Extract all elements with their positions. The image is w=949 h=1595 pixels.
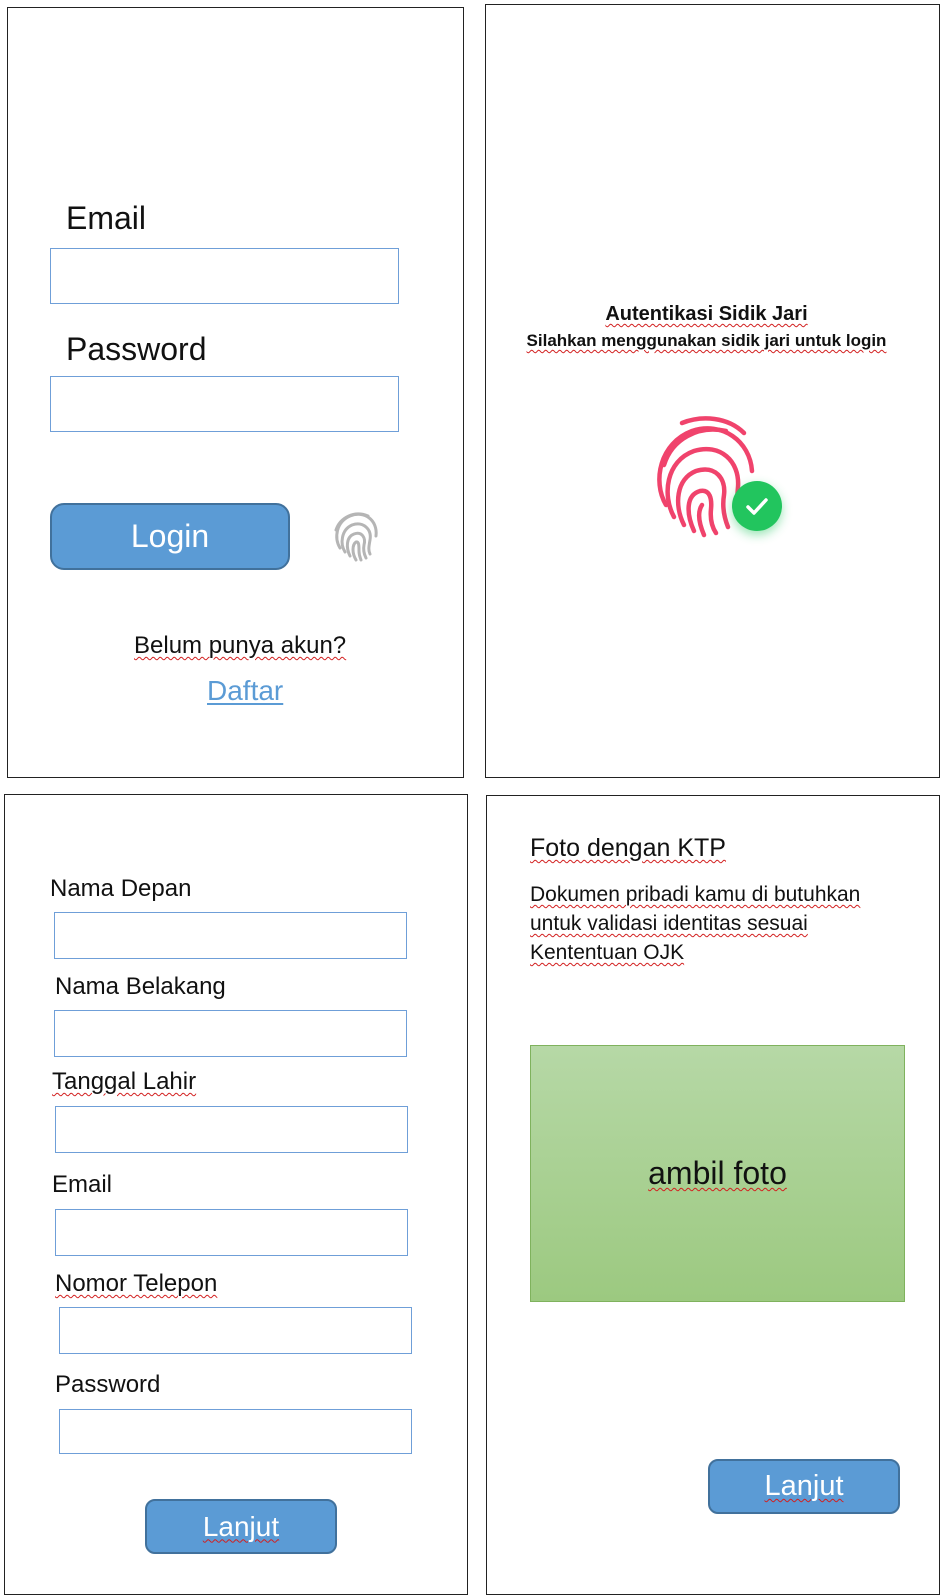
- email-label: Email: [66, 200, 147, 236]
- birth-date-input[interactable]: [55, 1106, 408, 1153]
- register-next-button[interactable]: Lanjut: [145, 1499, 337, 1554]
- login-button[interactable]: Login: [50, 503, 290, 570]
- birth-date-label: Tanggal Lahir: [52, 1068, 197, 1095]
- register-password-input[interactable]: [59, 1409, 412, 1454]
- fingerprint-title: Autentikasi Sidik Jari: [605, 303, 808, 325]
- login-screen: Email Password Login Belum punya akun? D…: [7, 7, 464, 778]
- take-photo-label: ambil foto: [648, 1155, 787, 1191]
- register-next-label: Lanjut: [202, 1510, 280, 1542]
- phone-input[interactable]: [59, 1307, 412, 1354]
- password-label: Password: [66, 331, 207, 367]
- register-link[interactable]: Daftar: [207, 675, 283, 707]
- register-password-label: Password: [55, 1371, 161, 1398]
- first-name-label: Nama Depan: [50, 875, 192, 902]
- check-circle-icon: [732, 481, 782, 531]
- ktp-description-line: Kententuan OJK: [530, 941, 685, 964]
- password-input[interactable]: [50, 376, 399, 432]
- take-photo-button[interactable]: ambil foto: [530, 1045, 905, 1302]
- last-name-input[interactable]: [54, 1010, 407, 1057]
- register-email-input[interactable]: [55, 1209, 408, 1256]
- ktp-screen: Foto dengan KTP Dokumen pribadi kamu di …: [486, 795, 940, 1595]
- fingerprint-screen: Autentikasi Sidik Jari Silahkan mengguna…: [485, 4, 940, 778]
- ktp-next-button[interactable]: Lanjut: [708, 1459, 900, 1514]
- ktp-title: Foto dengan KTP: [530, 834, 726, 862]
- no-account-text: Belum punya akun?: [134, 632, 347, 659]
- ktp-description-line: Dokumen pribadi kamu di butuhkan: [530, 883, 861, 906]
- ktp-description: Dokumen pribadi kamu di butuhkan untuk v…: [530, 880, 860, 967]
- register-email-label: Email: [52, 1171, 113, 1198]
- fingerprint-login-icon[interactable]: [326, 504, 386, 564]
- fingerprint-subtitle: Silahkan menggunakan sidik jari untuk lo…: [526, 331, 887, 350]
- ktp-description-line: untuk validasi identitas sesuai: [530, 912, 808, 935]
- last-name-label: Nama Belakang: [55, 973, 226, 1000]
- ktp-next-label: Lanjut: [764, 1470, 844, 1502]
- phone-label: Nomor Telepon: [55, 1270, 218, 1297]
- first-name-input[interactable]: [54, 912, 407, 959]
- register-screen: Nama Depan Nama Belakang Tanggal Lahir E…: [4, 794, 468, 1595]
- email-input[interactable]: [50, 248, 399, 304]
- login-button-label: Login: [130, 518, 210, 554]
